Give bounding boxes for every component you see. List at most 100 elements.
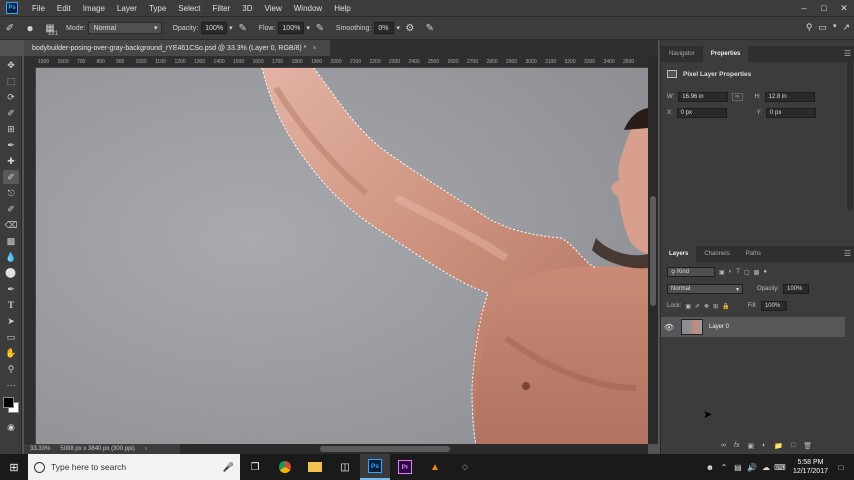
microphone-icon[interactable]: 🎤 — [223, 462, 234, 473]
flow-field[interactable]: 100% — [278, 22, 305, 34]
notification-icon[interactable]: □ — [834, 463, 848, 472]
blur-tool-icon[interactable]: 💧 — [3, 250, 19, 264]
fx-icon[interactable]: fx — [734, 442, 739, 450]
lock-all-icon[interactable]: 🔒 — [722, 303, 729, 310]
clock[interactable]: 5:58 PM 12/17/2017 — [793, 458, 828, 476]
tab-properties[interactable]: Properties — [702, 46, 749, 62]
properties-scrollbar[interactable] — [847, 60, 853, 210]
menu-edit[interactable]: Edit — [51, 4, 77, 13]
color-swatches[interactable] — [2, 396, 22, 416]
brush-tool-preset-icon[interactable]: ✐ — [3, 21, 17, 35]
add-mask-icon[interactable]: ▣ — [747, 442, 754, 450]
kind-filter-select[interactable]: ⚲ Kind — [667, 267, 715, 277]
new-layer-icon[interactable]: □ — [791, 442, 795, 450]
keyboard-icon[interactable]: ⌨ — [773, 463, 787, 472]
taskbar-search-box[interactable]: Type here to search 🎤 — [28, 454, 240, 480]
store-icon[interactable]: ◫ — [330, 454, 360, 480]
mode-select[interactable]: Normal ▾ — [88, 22, 163, 34]
menu-layer[interactable]: Layer — [111, 4, 143, 13]
chrome-icon[interactable] — [270, 454, 300, 480]
zoom-tool-icon[interactable]: ⚲ — [3, 362, 19, 376]
pen-tool-icon[interactable]: ✒ — [3, 282, 19, 296]
chevron-down-icon[interactable]: ▾ — [396, 24, 400, 32]
task-view-icon[interactable]: ❐ — [240, 454, 270, 480]
smoothing-field[interactable]: 0% — [374, 22, 395, 34]
adjustment-layer-icon[interactable]: ◐ — [762, 442, 766, 450]
document-canvas[interactable] — [36, 68, 648, 444]
lasso-tool-icon[interactable]: ⟳ — [3, 90, 19, 104]
link-layers-icon[interactable]: ∞ — [721, 442, 726, 450]
tab-navigator[interactable]: Navigator — [661, 46, 703, 62]
file-explorer-icon[interactable] — [300, 454, 330, 480]
brush-picker-icon[interactable]: ● — [23, 21, 37, 35]
new-group-icon[interactable]: 📁 — [774, 442, 783, 450]
volume-icon[interactable]: 🔊 — [745, 463, 759, 472]
eyedropper-tool-icon[interactable]: ✒ — [3, 138, 19, 152]
filter-toggle-icon[interactable]: ● — [763, 269, 767, 275]
menu-select[interactable]: Select — [172, 4, 206, 13]
maximize-button[interactable]: □ — [814, 0, 834, 16]
height-field[interactable]: 12.8 in — [764, 92, 815, 102]
airbrush-icon[interactable]: ✎ — [313, 21, 327, 35]
marquee-tool-icon[interactable]: ⬚ — [3, 74, 19, 88]
adjustment-filter-icon[interactable]: ◐ — [729, 269, 733, 275]
move-tool-icon[interactable]: ✥ — [3, 58, 19, 72]
tab-paths[interactable]: Paths — [738, 246, 769, 262]
document-info[interactable]: 5088 px x 3840 px (300 ppi) — [60, 446, 134, 452]
smart-object-filter-icon[interactable]: ▩ — [754, 269, 760, 276]
workspace-icon[interactable]: ▭ — [818, 22, 827, 33]
type-tool-icon[interactable]: T — [3, 298, 19, 312]
zoom-level[interactable]: 33.33% — [30, 446, 50, 452]
lock-transparent-icon[interactable]: ▣ — [685, 303, 691, 310]
gradient-tool-icon[interactable]: ▩ — [3, 234, 19, 248]
layer-name[interactable]: Layer 0 — [709, 324, 729, 330]
pressure-size-icon[interactable]: ✎ — [423, 21, 437, 35]
lock-position-icon[interactable]: ✥ — [704, 303, 709, 310]
link-icon[interactable]: ∞ — [732, 93, 743, 101]
vertical-scrollbar[interactable] — [648, 56, 658, 444]
panel-menu-icon[interactable]: ☰ — [844, 49, 851, 58]
x-field[interactable]: 0 px — [676, 108, 727, 118]
foreground-color-swatch[interactable] — [3, 397, 14, 408]
eraser-tool-icon[interactable]: ⌫ — [3, 218, 19, 232]
menu-view[interactable]: View — [259, 4, 288, 13]
tab-channels[interactable]: Channels — [696, 246, 737, 262]
rectangle-tool-icon[interactable]: ▭ — [3, 330, 19, 344]
lock-artboard-icon[interactable]: ⊞ — [713, 303, 718, 310]
chevron-down-icon[interactable]: ▾ — [306, 24, 310, 32]
close-icon[interactable]: × — [312, 45, 316, 52]
pressure-opacity-icon[interactable]: ✎ — [236, 21, 250, 35]
type-filter-icon[interactable]: T — [736, 269, 740, 275]
width-field[interactable]: 16.96 in — [678, 92, 729, 102]
gear-icon[interactable]: ⚙ — [403, 21, 417, 35]
share-icon[interactable]: ↗ — [842, 22, 850, 33]
photoshop-taskbar-icon[interactable]: Ps — [360, 454, 390, 480]
close-window-button[interactable]: ✕ — [834, 0, 854, 16]
search-icon[interactable]: ⚲ — [806, 22, 813, 33]
vertical-scroll-thumb[interactable] — [650, 196, 656, 306]
dodge-tool-icon[interactable]: ⚪ — [3, 266, 19, 280]
tab-layers[interactable]: Layers — [661, 246, 697, 262]
horizontal-scroll-thumb[interactable] — [320, 446, 450, 452]
chevron-up-icon[interactable]: ⌃ — [717, 463, 731, 472]
menu-help[interactable]: Help — [328, 4, 356, 13]
menu-file[interactable]: File — [26, 4, 51, 13]
menu-type[interactable]: Type — [143, 4, 172, 13]
history-brush-tool-icon[interactable]: ✐ — [3, 202, 19, 216]
vlc-icon[interactable]: ▲ — [420, 454, 450, 480]
blend-mode-select[interactable]: Normal ▾ — [667, 284, 743, 294]
chevron-down-icon[interactable]: ▾ — [229, 24, 233, 32]
y-field[interactable]: 0 px — [766, 108, 817, 118]
layer-opacity-field[interactable]: 100% — [783, 284, 810, 294]
hand-tool-icon[interactable]: ✋ — [3, 346, 19, 360]
clone-stamp-tool-icon[interactable]: ⎋ — [3, 186, 19, 200]
brush-tool-icon[interactable]: ✐ — [3, 170, 19, 184]
menu-image[interactable]: Image — [77, 4, 111, 13]
chevron-down-icon[interactable]: ▾ — [833, 22, 837, 33]
eye-icon[interactable]: 👁 — [661, 323, 677, 332]
fill-field[interactable]: 100% — [760, 301, 787, 311]
menu-filter[interactable]: Filter — [207, 4, 237, 13]
menu-3d[interactable]: 3D — [236, 4, 258, 13]
more-tools-icon[interactable]: ⋯ — [3, 378, 19, 392]
chevron-right-icon[interactable]: › — [145, 446, 147, 452]
